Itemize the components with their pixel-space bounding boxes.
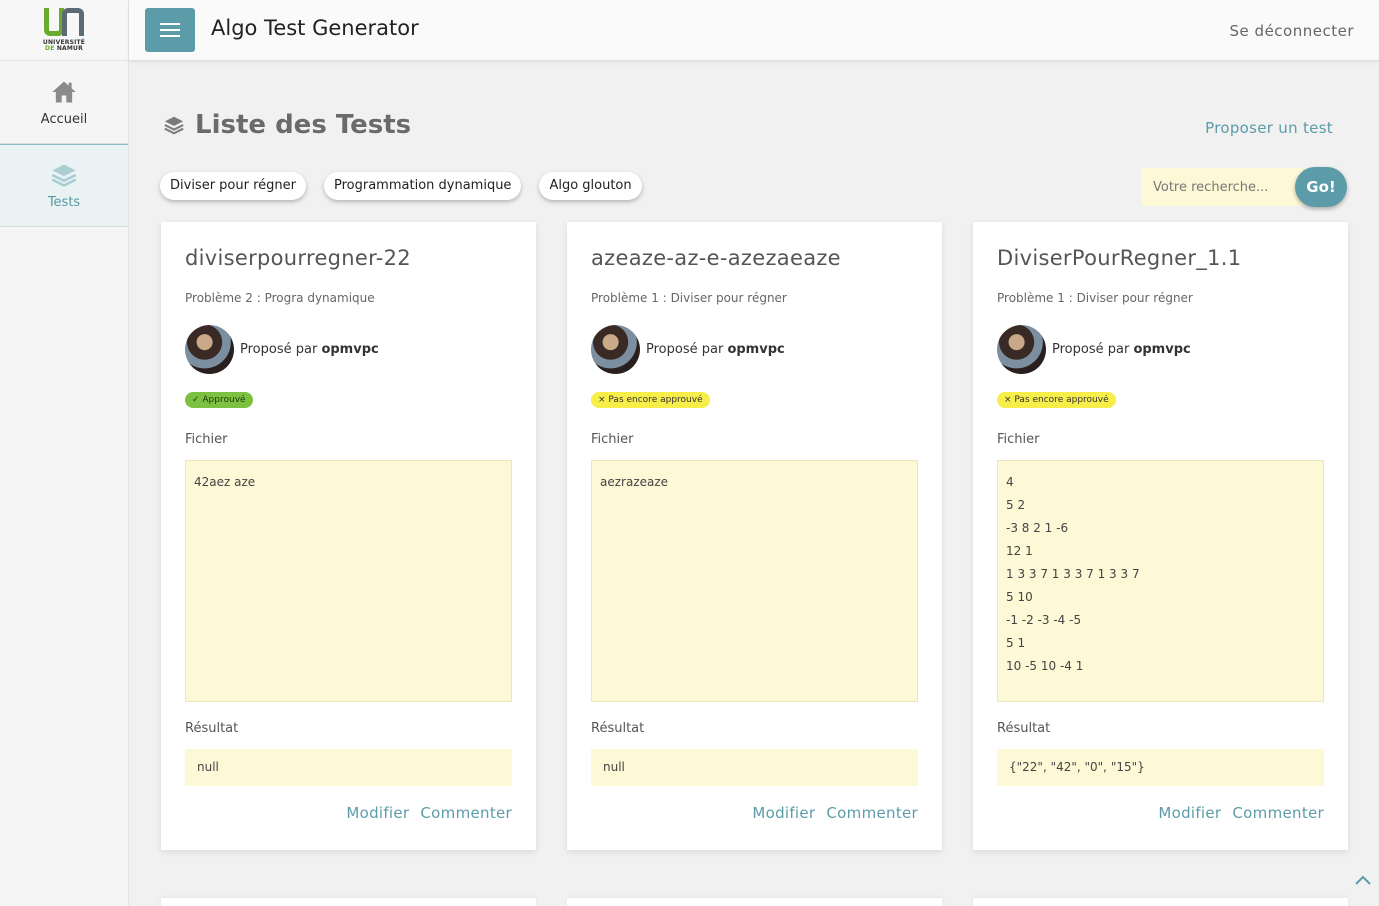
- filter-chips: Diviser pour régner Programmation dynami…: [160, 172, 660, 200]
- card-author: Proposé par opmvpc: [185, 325, 379, 374]
- comment-link[interactable]: Commenter: [420, 804, 512, 822]
- test-card: diviserpourregner-22 Problème 2 : Progra…: [161, 222, 536, 850]
- sidebar-item-tests[interactable]: Tests: [0, 144, 128, 227]
- author-name: opmvpc: [727, 342, 785, 357]
- card-problem: Problème 2 : Progra dynamique: [185, 291, 375, 305]
- card-title: DiviserPourRegner_1.1: [997, 246, 1242, 270]
- propose-test-link[interactable]: Proposer un test: [1205, 119, 1333, 137]
- file-textarea[interactable]: aezrazeaze: [591, 460, 918, 702]
- page-title: Liste des Tests: [195, 110, 412, 140]
- test-card: [161, 898, 536, 906]
- status-badge: × Pas encore approuvé: [997, 392, 1116, 408]
- result-label: Résultat: [591, 721, 645, 736]
- proposed-by-label: Proposé par: [646, 342, 724, 357]
- test-card: DiviserPourRegner_1.1 Problème 1 : Divis…: [973, 222, 1348, 850]
- university-logo[interactable]: UNIVERSITÉ DE NAMUR: [0, 0, 128, 61]
- avatar: [997, 325, 1046, 374]
- file-label: Fichier: [997, 432, 1040, 447]
- result-field[interactable]: null: [591, 749, 918, 786]
- file-label: Fichier: [591, 432, 634, 447]
- file-textarea[interactable]: 4 5 2 -3 8 2 1 -6 12 1 1 3 3 7 1 3 3 7 1…: [997, 460, 1324, 702]
- card-actions: Modifier Commenter: [741, 804, 918, 822]
- scroll-to-top-button[interactable]: [1355, 870, 1371, 889]
- status-badge: ✓ Approuvé: [185, 392, 253, 408]
- card-title: azeaze-az-e-azezaeaze: [591, 246, 841, 270]
- edit-link[interactable]: Modifier: [346, 804, 409, 822]
- filter-chip-diviser[interactable]: Diviser pour régner: [160, 172, 306, 200]
- test-card: [567, 898, 942, 906]
- proposed-by-label: Proposé par: [240, 342, 318, 357]
- test-cards: diviserpourregner-22 Problème 2 : Progra…: [161, 222, 1348, 850]
- menu-toggle-button[interactable]: [145, 8, 195, 52]
- card-problem: Problème 1 : Diviser pour régner: [997, 291, 1193, 305]
- author-name: opmvpc: [321, 342, 379, 357]
- edit-link[interactable]: Modifier: [1158, 804, 1221, 822]
- sidebar-item-label: Tests: [47, 195, 81, 210]
- comment-link[interactable]: Commenter: [826, 804, 918, 822]
- sidebar-item-accueil[interactable]: Accueil: [0, 61, 128, 144]
- top-bar: Algo Test Generator Se déconnecter: [129, 0, 1379, 61]
- card-author: Proposé par opmvpc: [997, 325, 1191, 374]
- search-go-button[interactable]: Go!: [1295, 167, 1347, 207]
- home-icon: [52, 81, 76, 102]
- sidebar-item-label: Accueil: [40, 111, 88, 127]
- result-field[interactable]: null: [185, 749, 512, 786]
- search-input[interactable]: [1141, 168, 1303, 206]
- next-cards-row: [161, 898, 1348, 906]
- page-header: Liste des Tests: [163, 110, 411, 140]
- logo-text: UNIVERSITÉ DE NAMUR: [42, 39, 86, 52]
- status-badge: × Pas encore approuvé: [591, 392, 710, 408]
- edit-link[interactable]: Modifier: [752, 804, 815, 822]
- result-label: Résultat: [997, 721, 1051, 736]
- app-title: Algo Test Generator: [211, 16, 419, 40]
- author-name: opmvpc: [1133, 342, 1191, 357]
- card-actions: Modifier Commenter: [1147, 804, 1324, 822]
- chevron-up-icon: [1355, 875, 1371, 885]
- card-author: Proposé par opmvpc: [591, 325, 785, 374]
- file-label: Fichier: [185, 432, 228, 447]
- file-textarea[interactable]: 42aez aze: [185, 460, 512, 702]
- avatar: [185, 325, 234, 374]
- comment-link[interactable]: Commenter: [1232, 804, 1324, 822]
- proposed-by-label: Proposé par: [1052, 342, 1130, 357]
- layers-icon: [51, 164, 77, 187]
- card-title: diviserpourregner-22: [185, 246, 411, 270]
- search-bar: Go!: [1141, 167, 1347, 207]
- test-card: azeaze-az-e-azezaeaze Problème 1 : Divis…: [567, 222, 942, 850]
- avatar: [591, 325, 640, 374]
- filter-chip-glouton[interactable]: Algo glouton: [539, 172, 642, 200]
- result-label: Résultat: [185, 721, 239, 736]
- main-content: Liste des Tests Proposer un test Diviser…: [129, 62, 1379, 906]
- sidebar: UNIVERSITÉ DE NAMUR Accueil Tests: [0, 0, 129, 906]
- logo-mark: [44, 8, 84, 38]
- card-actions: Modifier Commenter: [335, 804, 512, 822]
- result-field[interactable]: {"22", "42", "0", "15"}: [997, 749, 1324, 786]
- test-card: [973, 898, 1348, 906]
- layers-icon: [164, 116, 184, 135]
- card-problem: Problème 1 : Diviser pour régner: [591, 291, 787, 305]
- logout-link[interactable]: Se déconnecter: [1230, 22, 1354, 40]
- hamburger-icon: [160, 23, 180, 37]
- filter-chip-programmation[interactable]: Programmation dynamique: [324, 172, 522, 200]
